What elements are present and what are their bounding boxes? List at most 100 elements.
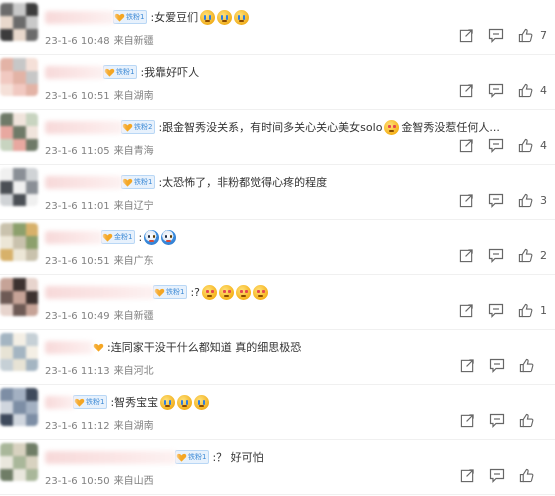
comment-icon: [488, 303, 504, 318]
avatar[interactable]: [0, 443, 38, 481]
robot-emoji-icon: [161, 229, 177, 245]
username-blurred[interactable]: [45, 10, 115, 24]
fan-badge[interactable]: 铁粉1: [103, 65, 138, 79]
username-blurred[interactable]: [45, 175, 123, 189]
comment-item: 金粉1: 23-1-6 10:51 来自广东 2: [0, 220, 555, 275]
username-blurred[interactable]: [45, 395, 75, 409]
share-button[interactable]: [460, 468, 475, 483]
like-button[interactable]: [519, 413, 547, 428]
comment-text: :跟金智秀没关系，有时间多关心关心美女solo: [158, 121, 383, 134]
fan-badge[interactable]: 铁粉1: [121, 175, 156, 189]
heart-eye-emoji-icon: [236, 284, 252, 300]
cry-emoji-icon: [200, 9, 216, 25]
comment-icon: [488, 28, 504, 43]
like-count: 4: [540, 84, 547, 97]
fan-badge[interactable]: 铁粉1: [73, 395, 108, 409]
like-button[interactable]: [519, 358, 547, 373]
share-button[interactable]: [459, 248, 474, 263]
cry-emoji-icon: [177, 394, 193, 410]
fan-badge[interactable]: 铁粉1: [153, 285, 188, 299]
share-button[interactable]: [460, 413, 475, 428]
thumbs-up-icon: [518, 303, 533, 318]
comment-text: :智秀宝宝: [110, 396, 159, 409]
avatar[interactable]: [0, 223, 38, 261]
share-button[interactable]: [459, 28, 474, 43]
heart-eye-emoji-icon: [202, 284, 218, 300]
avatar[interactable]: [0, 113, 38, 151]
comment-meta: 23-1-6 10:50 来自山西: [45, 472, 154, 487]
like-button[interactable]: 3: [518, 193, 547, 208]
fan-badge-label: 铁粉2: [134, 123, 153, 131]
fan-badge-label: 铁粉1: [166, 288, 185, 296]
username-blurred[interactable]: [45, 120, 123, 134]
comment-text: :太恐怖了，非粉都觉得心疼的程度: [158, 176, 328, 189]
cry-emoji-icon: [194, 394, 210, 410]
heart-eye-emoji-icon: [253, 284, 269, 300]
reply-button[interactable]: [489, 413, 505, 428]
reply-button[interactable]: [488, 248, 504, 263]
avatar[interactable]: [0, 3, 38, 41]
thumbs-up-icon: [519, 468, 534, 483]
username-blurred[interactable]: [45, 450, 177, 464]
comment-text-continued: 金智秀没惹任何人...: [401, 121, 500, 134]
reply-button[interactable]: [488, 193, 504, 208]
fan-badge[interactable]: 金粉1: [101, 230, 136, 244]
share-button[interactable]: [459, 83, 474, 98]
thumbs-up-icon: [519, 358, 534, 373]
share-button[interactable]: [459, 303, 474, 318]
like-button[interactable]: 4: [518, 83, 547, 98]
heart-icon: [93, 342, 104, 353]
comment-text: :女爱豆们: [150, 11, 199, 24]
cry-emoji-icon: [160, 394, 176, 410]
reply-button[interactable]: [488, 303, 504, 318]
username-blurred[interactable]: [45, 230, 103, 244]
reply-button[interactable]: [488, 28, 504, 43]
like-button[interactable]: 1: [518, 303, 547, 318]
thumbs-up-icon: [519, 413, 534, 428]
thumbs-up-icon: [518, 193, 533, 208]
like-button[interactable]: 4: [518, 138, 547, 153]
avatar[interactable]: [0, 333, 38, 371]
fan-badge-label: 铁粉1: [126, 13, 145, 21]
share-button[interactable]: [459, 138, 474, 153]
comment-item: 铁粉1:太恐怖了，非粉都觉得心疼的程度 23-1-6 11:01 来自辽宁 3: [0, 165, 555, 220]
share-icon: [460, 358, 475, 373]
heart-eye-emoji-icon: [219, 284, 235, 300]
comment-text: :?: [190, 285, 201, 299]
comment-location: 来自辽宁: [113, 201, 154, 212]
comment-icon: [489, 413, 505, 428]
username-blurred[interactable]: [45, 285, 155, 299]
like-button[interactable]: 2: [518, 248, 547, 263]
fan-badge[interactable]: 铁粉2: [121, 120, 156, 134]
reply-button[interactable]: [488, 83, 504, 98]
like-count: 2: [540, 249, 547, 262]
share-button[interactable]: [460, 358, 475, 373]
username-blurred[interactable]: [45, 65, 105, 79]
comment-timestamp: 23-1-6 10:48: [45, 36, 110, 47]
comment-location: 来自新疆: [113, 36, 154, 47]
comment-timestamp: 23-1-6 11:12: [45, 421, 110, 432]
fan-badge[interactable]: 铁粉1: [175, 450, 210, 464]
reply-button[interactable]: [489, 358, 505, 373]
username-blurred[interactable]: [45, 340, 93, 354]
like-button[interactable]: 7: [518, 28, 547, 43]
avatar[interactable]: [0, 388, 38, 426]
comment-item: 铁粉2:跟金智秀没关系，有时间多关心关心美女solo 金智秀没惹任何人... 23-…: [0, 110, 555, 165]
robot-emoji-icon: [144, 229, 160, 245]
fan-badge[interactable]: 铁粉1: [113, 10, 148, 24]
reply-button[interactable]: [489, 468, 505, 483]
avatar[interactable]: [0, 168, 38, 206]
heart-eyes-emoji-icon: [384, 119, 400, 135]
thumbs-up-icon: [518, 28, 533, 43]
reply-button[interactable]: [488, 138, 504, 153]
share-button[interactable]: [459, 193, 474, 208]
comment-location: 来自湖南: [113, 91, 154, 102]
comment-text: :连同家干没干什么都知道 真的细思极恐: [107, 341, 302, 354]
comment-text: :我靠好吓人: [140, 66, 200, 79]
share-icon: [459, 193, 474, 208]
comment-item: 铁粉1:智秀宝宝 23-1-6 11:12 来自湖南: [0, 385, 555, 440]
avatar[interactable]: [0, 278, 38, 316]
like-button[interactable]: [519, 468, 547, 483]
avatar[interactable]: [0, 58, 38, 96]
comment-timestamp: 23-1-6 11:13: [45, 366, 110, 377]
